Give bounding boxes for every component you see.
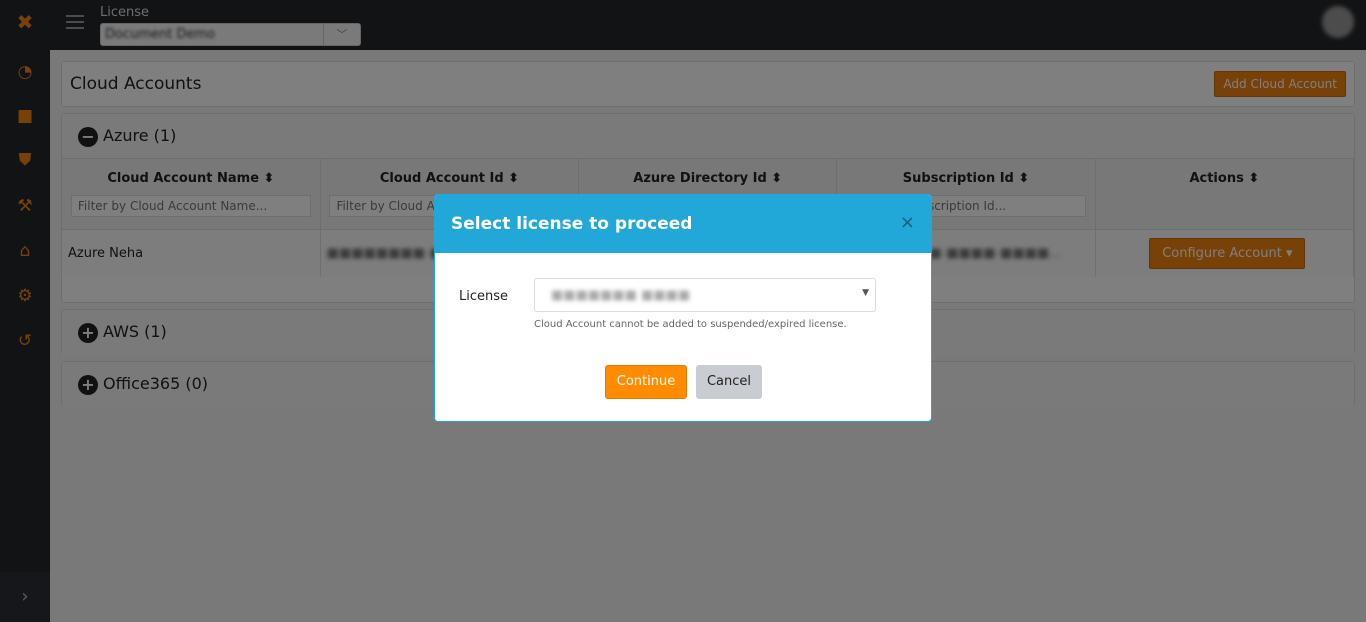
help-text: Cloud Account cannot be added to suspend… [534,319,847,330]
license-select[interactable]: ■■■■■■■ ■■■■ ▼ [534,278,876,312]
license-label: License [459,289,509,304]
license-value: ■■■■■■■ ■■■■ [551,288,691,303]
continue-button[interactable]: Continue [605,365,687,399]
caret-down-icon: ▼ [862,288,869,298]
cancel-button[interactable]: Cancel [696,365,762,399]
select-license-modal: Select license to proceed × License ■■■■… [434,194,932,422]
modal-title: Select license to proceed [451,214,693,234]
close-icon[interactable]: × [900,212,915,233]
modal-header: Select license to proceed × [435,195,931,253]
